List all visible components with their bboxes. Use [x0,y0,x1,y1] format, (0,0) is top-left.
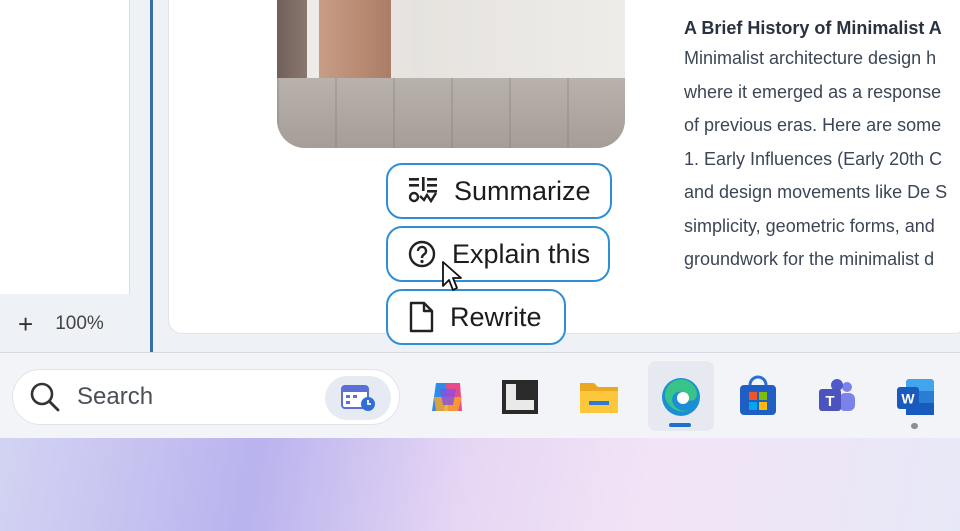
word-icon[interactable]: W [894,375,938,419]
svg-text:W: W [901,391,915,407]
zoom-level[interactable]: 100% [55,313,104,335]
search-icon [30,382,60,412]
paragraph-line: of previous eras. Here are some [684,115,942,135]
explain-this-button[interactable]: Explain this [386,226,610,282]
summarize-label: Summarize [454,175,591,206]
paragraph-line: where it emerged as a response [684,81,942,102]
rewrite-button[interactable]: Rewrite [386,289,566,345]
terminal-icon[interactable] [498,375,542,419]
zoom-add-button[interactable]: + [18,311,33,337]
running-app-indicator [911,423,918,429]
summarize-icon [408,177,438,204]
teams-icon[interactable]: T [815,375,859,419]
document-icon [409,301,434,333]
edge-icon[interactable] [659,375,703,419]
paragraph-line: Minimalist architecture design h [684,48,937,68]
app-window: + 100% A Brief History of Minimalist A M… [0,0,960,352]
active-app-indicator [669,423,691,427]
search-placeholder: Search [77,383,154,410]
calendar-icon[interactable] [325,376,391,420]
copilot-icon[interactable] [426,375,470,419]
file-explorer-icon[interactable] [577,375,621,419]
rewrite-label: Rewrite [450,301,542,332]
document-image [277,0,625,148]
zoom-bar: + 100% [0,300,150,348]
summarize-button[interactable]: Summarize [386,163,612,219]
paragraph-line: simplicity, geometric forms, and [684,215,935,236]
store-icon[interactable] [736,375,780,419]
pane-divider[interactable] [150,0,153,352]
paragraph-line: groundwork for the minimalist d [684,249,935,269]
taskbar-search[interactable]: Search [12,369,400,425]
document-text: A Brief History of Minimalist A Minimali… [684,14,960,277]
mouse-cursor-icon [442,261,462,291]
left-panel [0,0,130,294]
question-circle-icon [408,240,436,268]
taskbar: Search T W [0,352,960,438]
paragraph-line: 1. Early Influences (Early 20th C [684,148,943,169]
svg-text:T: T [825,393,834,410]
paragraph-line: and design movements like De S [684,182,948,202]
document-heading: A Brief History of Minimalist A [684,18,942,38]
explain-this-label: Explain this [452,238,591,269]
